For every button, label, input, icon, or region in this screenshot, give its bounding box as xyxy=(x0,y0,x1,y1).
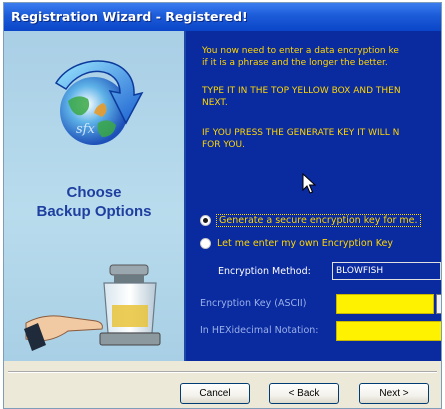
key-hex-label: In HEXidecimal Notation: xyxy=(200,325,319,336)
instruction-line-4: NEXT. xyxy=(202,98,228,108)
back-button[interactable]: < Back xyxy=(269,383,339,404)
generate-key-radio[interactable] xyxy=(200,214,211,226)
key-ascii-label: Encryption Key (ASCII) xyxy=(200,298,307,309)
instruction-line-1: You now need to enter a data encryption … xyxy=(202,46,399,56)
window-title: Registration Wizard - Registered! xyxy=(4,3,441,31)
encryption-method-select[interactable]: BLOWFISH xyxy=(332,262,441,280)
key-ascii-input[interactable] xyxy=(336,294,434,314)
instruction-line-6: FOR YOU. xyxy=(202,140,245,150)
globe-arrow-logo-icon: sfx xyxy=(54,60,144,145)
wizard-window: Registration Wizard - Registered! sfx Ch… xyxy=(3,2,442,409)
separator-line xyxy=(8,371,437,373)
svg-text:sfx: sfx xyxy=(76,122,95,137)
encryption-method-label: Encryption Method: xyxy=(218,266,311,277)
instruction-line-2: if it is a phrase and the longer the bet… xyxy=(202,58,388,68)
option-manual-key[interactable]: Let me enter my own Encryption Key xyxy=(200,235,393,251)
generate-key-side-button[interactable] xyxy=(436,294,441,314)
sidebar-heading-line2: Backup Options xyxy=(36,203,152,220)
sidebar-heading: Choose Backup Options xyxy=(4,183,184,221)
instruction-line-5: IF YOU PRESS THE GENERATE KEY IT WILL N xyxy=(202,128,400,138)
manual-key-label[interactable]: Let me enter my own Encryption Key xyxy=(217,238,393,249)
instruction-line-3: TYPE IT IN THE TOP YELLOW BOX AND THEN xyxy=(202,86,401,96)
next-button[interactable]: Next > xyxy=(359,383,429,404)
manual-key-radio[interactable] xyxy=(200,237,211,249)
hand-coffee-maker-illustration xyxy=(24,264,161,351)
generate-key-label[interactable]: Generate a secure encryption key for me. xyxy=(216,213,421,227)
mouse-cursor-icon xyxy=(302,173,316,194)
button-bar: Cancel < Back Next > xyxy=(4,361,441,408)
key-hex-input[interactable] xyxy=(336,321,441,341)
sidebar-heading-line1: Choose xyxy=(66,184,122,201)
cancel-button[interactable]: Cancel xyxy=(180,383,250,404)
sidebar-panel: sfx Choose Backup Options xyxy=(4,31,186,361)
option-generate-key[interactable]: Generate a secure encryption key for me. xyxy=(200,212,421,228)
content-panel: You now need to enter a data encryption … xyxy=(186,31,441,361)
